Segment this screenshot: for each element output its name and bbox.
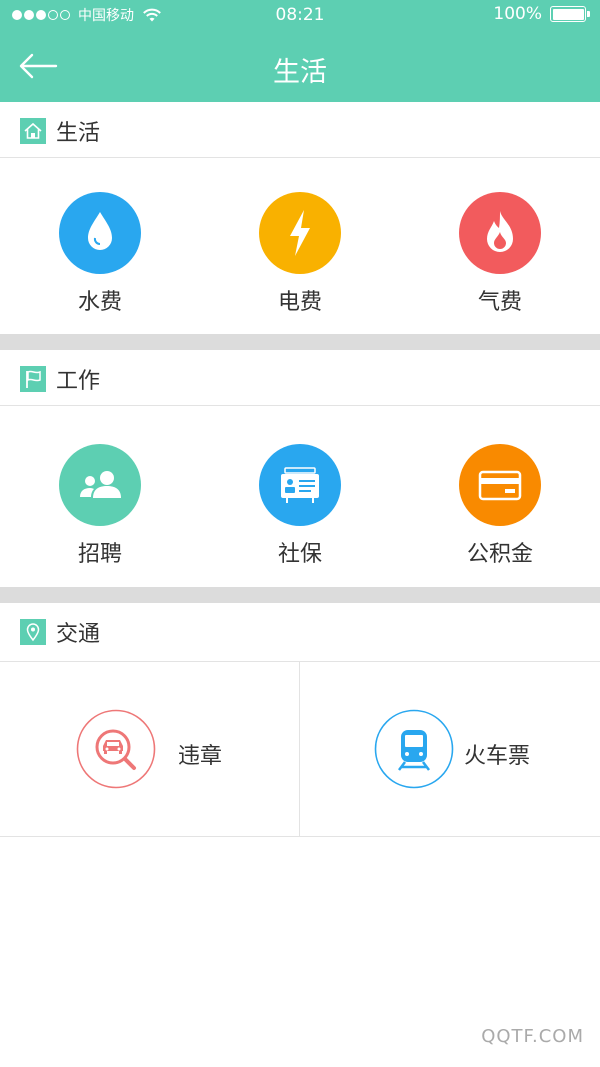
water-drop-icon bbox=[59, 192, 141, 274]
section-divider bbox=[0, 334, 600, 350]
battery-icon bbox=[550, 6, 590, 22]
traffic-item-violation[interactable]: 违章 bbox=[0, 662, 300, 836]
location-pin-icon bbox=[20, 619, 46, 645]
work-item-social-security[interactable]: 社保 bbox=[200, 410, 400, 586]
work-item-recruit[interactable]: 招聘 bbox=[0, 410, 200, 586]
id-card-icon bbox=[259, 444, 341, 526]
home-icon bbox=[20, 118, 46, 144]
work-grid: 招聘 社保 公积金 bbox=[0, 410, 600, 586]
page-title: 生活 bbox=[273, 57, 327, 88]
section-header-life: 生活 bbox=[0, 102, 600, 158]
flame-icon bbox=[459, 192, 541, 274]
life-grid: 水费 电费 气费 bbox=[0, 158, 600, 334]
traffic-item-train-ticket[interactable]: 火车票 bbox=[300, 662, 600, 836]
traffic-item-label: 火车票 bbox=[464, 744, 531, 769]
section-header-work: 工作 bbox=[0, 350, 600, 406]
section-header-traffic: 交通 bbox=[0, 603, 600, 661]
flag-icon bbox=[20, 366, 46, 392]
bank-card-icon bbox=[459, 444, 541, 526]
life-item-label: 电费 bbox=[277, 290, 322, 315]
train-icon bbox=[374, 709, 454, 789]
watermark: QQTF.COM bbox=[481, 1026, 584, 1047]
traffic-item-label: 违章 bbox=[178, 744, 223, 769]
life-item-label: 水费 bbox=[77, 290, 122, 315]
section-title-work: 工作 bbox=[56, 369, 101, 394]
work-item-housing-fund[interactable]: 公积金 bbox=[400, 410, 600, 586]
traffic-grid: 违章 火车票 bbox=[0, 661, 600, 837]
life-item-label: 气费 bbox=[477, 290, 522, 315]
work-item-label: 招聘 bbox=[77, 542, 122, 567]
car-search-icon bbox=[76, 709, 156, 789]
status-bar: 中国移动 08:21 100% bbox=[0, 0, 600, 30]
lightning-icon bbox=[259, 192, 341, 274]
people-icon bbox=[59, 444, 141, 526]
life-item-electricity[interactable]: 电费 bbox=[200, 158, 400, 334]
work-item-label: 公积金 bbox=[466, 542, 533, 567]
work-item-label: 社保 bbox=[277, 542, 322, 567]
section-title-traffic: 交通 bbox=[56, 622, 101, 647]
section-title-life: 生活 bbox=[56, 121, 101, 146]
battery-percent: 100% bbox=[493, 4, 542, 24]
nav-bar: 生活 bbox=[0, 30, 600, 102]
life-item-water[interactable]: 水费 bbox=[0, 158, 200, 334]
life-item-gas[interactable]: 气费 bbox=[400, 158, 600, 334]
section-divider bbox=[0, 587, 600, 603]
